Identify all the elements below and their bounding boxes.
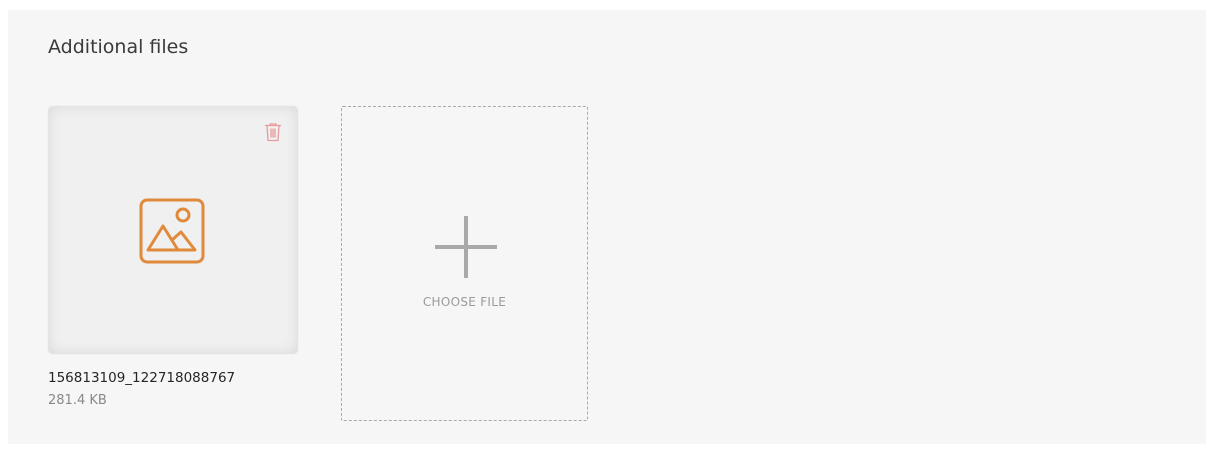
section-title: Additional files — [48, 36, 189, 58]
file-name: 156813109_122718088767 — [48, 370, 236, 386]
trash-icon[interactable] — [264, 122, 282, 142]
choose-file-label: CHOOSE FILE — [422, 295, 507, 309]
additional-files-panel: Additional files 156813109_122718088767 … — [8, 10, 1206, 444]
image-icon — [139, 198, 205, 264]
plus-icon — [435, 216, 497, 278]
file-card[interactable] — [48, 106, 298, 354]
file-size: 281.4 KB — [48, 393, 107, 408]
choose-file-button[interactable]: CHOOSE FILE — [341, 106, 588, 421]
